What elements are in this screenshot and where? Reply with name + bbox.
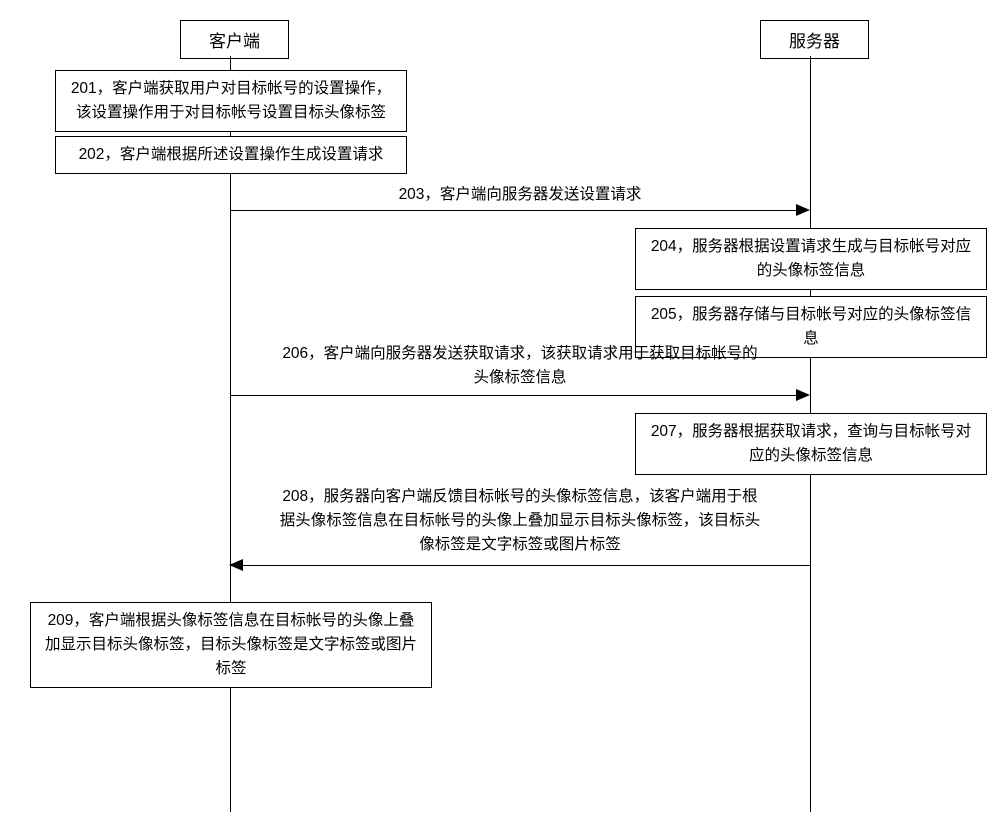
step-202: 202，客户端根据所述设置操作生成设置请求 (55, 136, 407, 174)
actor-server: 服务器 (760, 20, 869, 59)
message-208: 208，服务器向客户端反馈目标帐号的头像标签信息，该客户端用于根据头像标签信息在… (275, 485, 765, 557)
step-204: 204，服务器根据设置请求生成与目标帐号对应的头像标签信息 (635, 228, 987, 290)
step-207: 207，服务器根据获取请求，查询与目标帐号对应的头像标签信息 (635, 413, 987, 475)
message-203: 203，客户端向服务器发送设置请求 (300, 183, 740, 207)
arrow-head-208 (229, 559, 243, 571)
message-206: 206，客户端向服务器发送获取请求，该获取请求用于获取目标帐号的头像标签信息 (280, 342, 760, 390)
step-201: 201，客户端获取用户对目标帐号的设置操作，该设置操作用于对目标帐号设置目标头像… (55, 70, 407, 132)
step-209: 209，客户端根据头像标签信息在目标帐号的头像上叠加显示目标头像标签，目标头像标… (30, 602, 432, 688)
arrow-head-203 (796, 204, 810, 216)
arrow-line-206 (230, 395, 796, 396)
arrow-head-206 (796, 389, 810, 401)
arrow-line-208 (243, 565, 810, 566)
sequence-diagram: 客户端 服务器 201，客户端获取用户对目标帐号的设置操作，该设置操作用于对目标… (0, 0, 1000, 825)
arrow-line-203 (230, 210, 796, 211)
actor-client: 客户端 (180, 20, 289, 59)
